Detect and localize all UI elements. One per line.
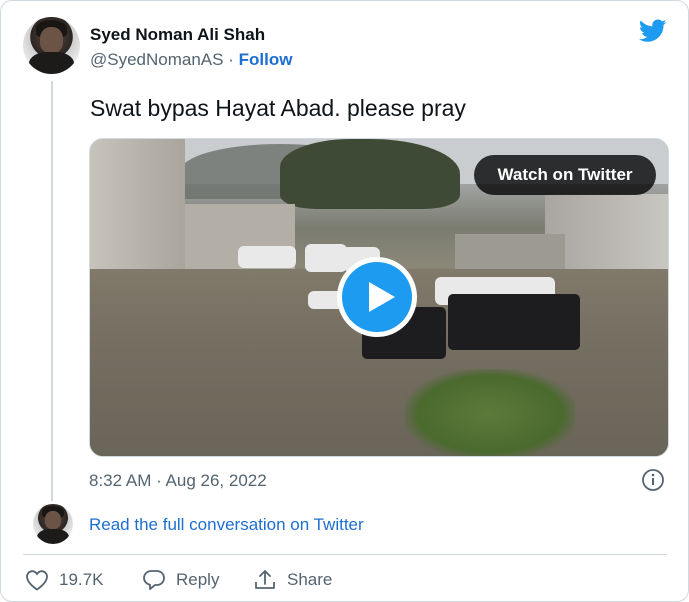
reply-button[interactable]: Reply [142, 569, 219, 591]
like-count: 19.7K [59, 570, 104, 589]
divider [23, 554, 667, 555]
follow-button[interactable]: Follow [239, 50, 293, 69]
separator-dot: · [228, 50, 234, 69]
heart-icon [26, 570, 48, 591]
author-avatar[interactable] [23, 17, 80, 74]
author-name[interactable]: Syed Noman Ali Shah [90, 25, 265, 45]
play-icon[interactable] [337, 257, 417, 337]
share-button[interactable]: Share [253, 569, 332, 591]
thread-line [51, 81, 53, 501]
share-label: Share [287, 570, 333, 589]
twitter-bird-icon[interactable] [639, 19, 667, 43]
video-thumbnail[interactable]: Watch on Twitter [89, 138, 669, 457]
tweet-text: Swat bypas Hayat Abad. please pray [90, 95, 466, 121]
tweet-timestamp[interactable]: 8:32 AM · Aug 26, 2022 [89, 471, 267, 491]
share-icon [255, 570, 275, 589]
read-conversation-link[interactable]: Read the full conversation on Twitter [89, 515, 364, 535]
reply-label: Reply [176, 570, 220, 589]
like-button[interactable]: 19.7K [25, 569, 103, 591]
watch-on-twitter-button[interactable]: Watch on Twitter [474, 155, 656, 195]
author-handle[interactable]: @SyedNomanAS [90, 50, 224, 69]
author-avatar-small[interactable] [33, 504, 73, 544]
author-handle-row: @SyedNomanAS · Follow [90, 50, 292, 70]
info-icon[interactable] [641, 468, 665, 492]
reply-icon [143, 570, 165, 590]
tweet-embed-card: Syed Noman Ali Shah @SyedNomanAS · Follo… [0, 0, 689, 602]
